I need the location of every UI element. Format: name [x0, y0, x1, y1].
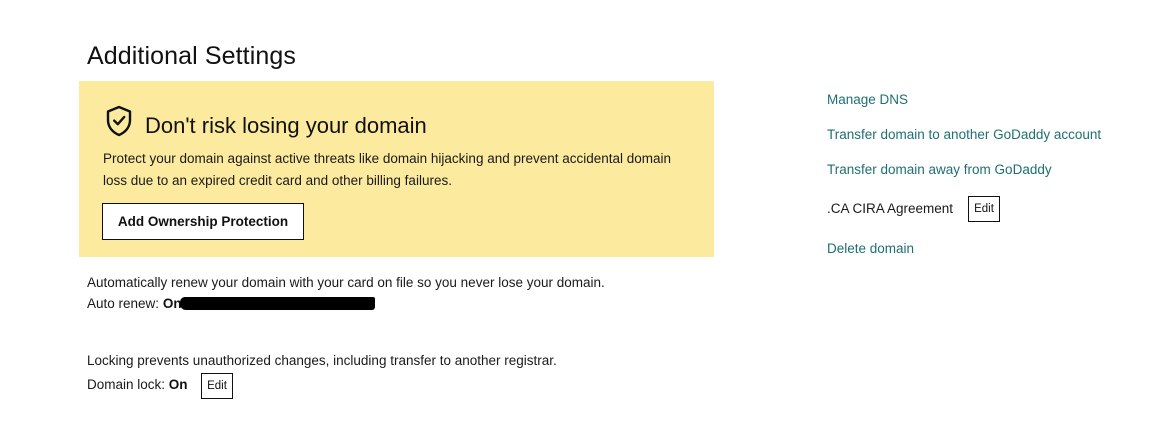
add-ownership-protection-button[interactable]: Add Ownership Protection [102, 203, 304, 240]
auto-renew-label: Auto renew: [87, 296, 160, 311]
promo-title: Don't risk losing your domain [145, 113, 427, 138]
promo-description: Protect your domain against active threa… [103, 151, 672, 188]
domain-lock-status: Domain lock: On [87, 377, 188, 392]
auto-renew-value: On [162, 296, 182, 311]
domain-lock-description: Locking prevents unauthorized changes, i… [87, 353, 557, 368]
cira-agreement-edit-button[interactable]: Edit [968, 196, 1000, 222]
domain-lock-edit-button[interactable]: Edit [201, 373, 233, 399]
ownership-protection-card: Don't risk losing your domain Protect yo… [79, 81, 714, 257]
domain-lock-value: On [168, 377, 188, 392]
delete-domain-link[interactable]: Delete domain [827, 241, 914, 256]
cira-agreement-label: .CA CIRA Agreement [827, 201, 954, 216]
manage-dns-link[interactable]: Manage DNS [827, 92, 908, 107]
transfer-to-godaddy-account-link[interactable]: Transfer domain to another GoDaddy accou… [827, 127, 1101, 142]
domain-lock-label: Domain lock: [87, 377, 166, 392]
auto-renew-status: Auto renew: On [87, 296, 182, 311]
shield-check-icon [106, 105, 132, 137]
page-title: Additional Settings [87, 42, 296, 70]
redaction-mark [180, 297, 375, 310]
transfer-away-link[interactable]: Transfer domain away from GoDaddy [827, 162, 1052, 177]
auto-renew-description: Automatically renew your domain with you… [87, 275, 605, 290]
